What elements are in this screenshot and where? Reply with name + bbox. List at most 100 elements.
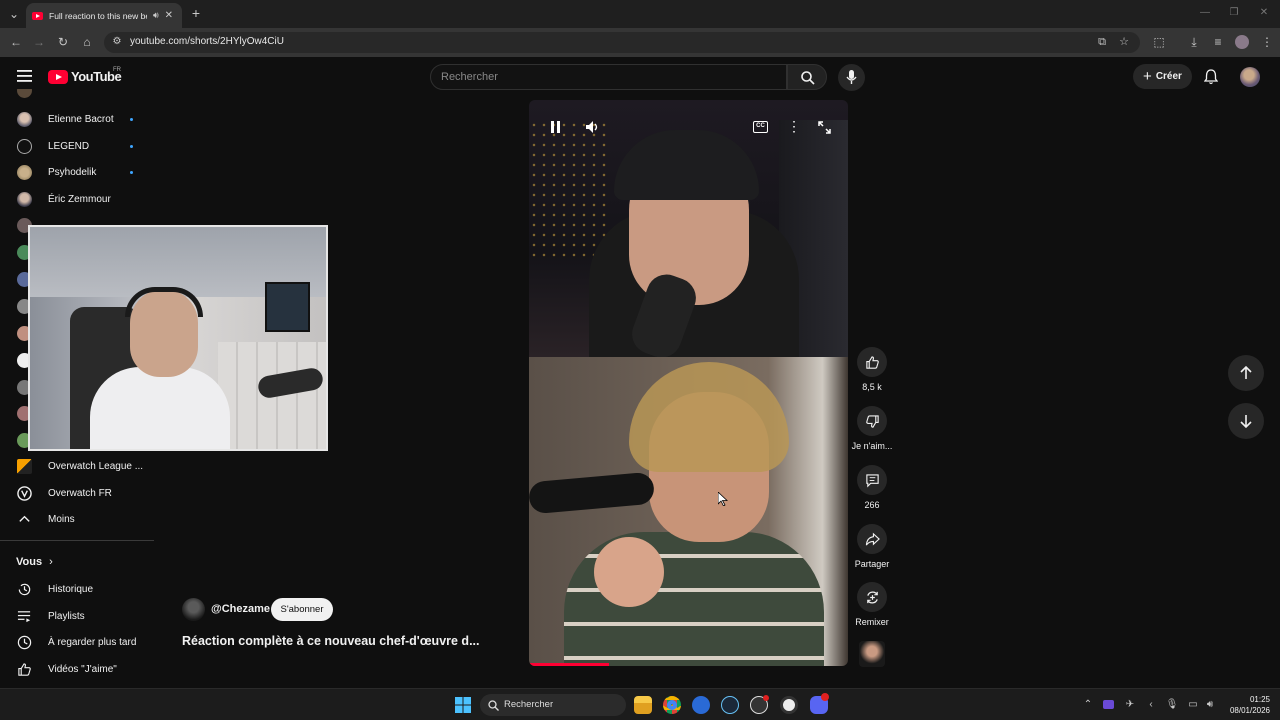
home-icon[interactable]: ⌂ (79, 35, 95, 49)
browser-tab[interactable]: Full reaction to this new be 🔊︎ ✕ (26, 3, 182, 28)
volume-tray-icon[interactable]: 🔊︎ (1202, 698, 1218, 712)
history-icon (18, 583, 31, 595)
sidebar-item-watch-later[interactable]: À regarder plus tard (0, 629, 156, 655)
taskbar-search[interactable]: Rechercher (480, 694, 626, 716)
microphone-icon (846, 70, 857, 84)
sidebar-item-playlists[interactable]: Playlists (0, 603, 156, 629)
vpn-app-icon[interactable] (692, 696, 710, 714)
system-clock[interactable]: 01:25 08/01/2026 (1226, 694, 1270, 716)
youtube-logo[interactable]: YouTube (48, 69, 122, 84)
thumb-down-icon (865, 414, 879, 428)
audio-source-thumbnail[interactable] (859, 641, 885, 667)
volume-icon[interactable] (585, 120, 599, 134)
dislike-button[interactable] (857, 406, 887, 436)
downloads-icon[interactable]: ⤓ (1186, 35, 1202, 49)
channel-name[interactable]: @Chezame (211, 603, 270, 615)
sidebar-item-legend[interactable]: LEGEND (0, 133, 156, 159)
like-action[interactable]: 8,5 k (851, 347, 893, 392)
you-section-header[interactable]: Vous › (16, 556, 53, 568)
minimize-icon[interactable]: — (1197, 6, 1213, 20)
fullscreen-icon[interactable] (818, 121, 831, 134)
channel-avatar[interactable] (182, 598, 205, 621)
window-close-icon[interactable]: ✕ (1256, 6, 1272, 20)
search-input[interactable]: Rechercher (430, 64, 787, 90)
network-icon[interactable]: ▭ (1185, 698, 1201, 712)
reload-icon[interactable]: ↻ (55, 35, 71, 49)
arrow-down-icon (1240, 415, 1252, 428)
like-button[interactable] (857, 347, 887, 377)
sidebar-item-label: Overwatch League ... (48, 460, 144, 472)
sidebar-item-overwatch-league[interactable]: Overwatch League ... (0, 453, 156, 479)
remix-action[interactable]: Remixer (851, 582, 893, 627)
account-avatar[interactable] (1240, 67, 1260, 87)
comment-count: 266 (864, 500, 880, 510)
you-label: Vous (16, 556, 43, 568)
sidebar-show-less[interactable]: Moins (0, 506, 156, 532)
tray-app-icon[interactable] (1103, 700, 1114, 709)
sidebar-item-psyhodelik[interactable]: Psyhodelik (0, 159, 156, 185)
next-short-button[interactable] (1228, 403, 1264, 439)
tray-app-icon[interactable]: ‹ (1143, 698, 1159, 712)
video-progress-bar[interactable] (529, 663, 609, 666)
chrome-icon[interactable] (663, 696, 681, 714)
windows-start-icon[interactable] (455, 697, 471, 713)
address-bar[interactable]: ⚙ youtube.com/shorts/2HYlyOw4CiU ⧉ ☆ (104, 32, 1140, 53)
short-video-player[interactable]: CC ⋮ (529, 100, 848, 666)
captions-icon[interactable]: CC (753, 121, 768, 133)
pause-icon[interactable] (550, 121, 561, 133)
steam-icon[interactable] (721, 696, 739, 714)
extensions-icon[interactable]: ⬚ (1151, 35, 1167, 49)
remix-button[interactable] (857, 582, 887, 612)
back-icon[interactable]: ← (8, 35, 24, 49)
sidebar-item-history[interactable]: Historique (0, 576, 156, 602)
voice-search-button[interactable] (838, 64, 865, 91)
search-icon (801, 71, 815, 85)
taskbar-search-label: Rechercher (504, 699, 554, 710)
hamburger-menu-icon[interactable] (17, 70, 32, 82)
sidebar-item-etienne-bacrot[interactable]: Etienne Bacrot (0, 106, 156, 132)
tab-close-icon[interactable]: ✕ (165, 10, 173, 21)
forward-icon[interactable]: → (31, 35, 47, 49)
share-button[interactable] (857, 524, 887, 554)
profile-avatar[interactable] (1235, 35, 1249, 49)
dislike-action[interactable]: Je n'aim... (851, 406, 893, 451)
restore-icon[interactable]: ❐ (1226, 6, 1242, 20)
channel-avatar (17, 191, 32, 207)
share-action[interactable]: Partager (851, 524, 893, 569)
bookmark-star-icon[interactable]: ☆ (1116, 35, 1132, 49)
browser-menu-icon[interactable]: ⋮ (1259, 35, 1275, 49)
tab-list-icon[interactable]: ⌄ (6, 7, 22, 21)
notifications-bell-icon[interactable] (1204, 69, 1218, 85)
search-button[interactable] (787, 64, 827, 90)
new-content-dot (130, 117, 133, 121)
video-guest-microphone (529, 471, 656, 515)
create-button[interactable]: + Créer (1133, 64, 1192, 89)
tray-app-icon[interactable]: ✈ (1122, 698, 1138, 712)
sidebar-item-eric-zemmour[interactable]: Éric Zemmour (0, 186, 156, 212)
file-explorer-icon[interactable] (634, 696, 652, 714)
more-options-icon[interactable]: ⋮ (787, 118, 801, 135)
microphone-tray-icon[interactable]: 🎙︎ (1164, 698, 1180, 712)
new-tab-icon[interactable]: + (188, 6, 204, 20)
sidebar-item-liked-videos[interactable]: Vidéos "J'aime" (0, 656, 156, 682)
watch-later-icon (17, 635, 32, 649)
comments-button[interactable] (857, 465, 887, 495)
subscribe-button[interactable]: S'abonner (271, 598, 333, 621)
youtube-header: YouTube FR Rechercher + Créer (0, 57, 1280, 97)
site-info-icon[interactable]: ⚙ (109, 35, 125, 49)
mouse-cursor-icon (718, 492, 728, 506)
comments-action[interactable]: 266 (851, 465, 893, 510)
previous-short-button[interactable] (1228, 355, 1264, 391)
channel-avatar (17, 164, 32, 180)
facecam-overlay (28, 225, 328, 451)
sidebar-item-partial[interactable] (0, 89, 156, 103)
sidebar-item-overwatch-fr[interactable]: Overwatch FR (0, 480, 156, 506)
install-app-icon[interactable]: ⧉ (1094, 35, 1110, 49)
short-title[interactable]: Réaction complète à ce nouveau chef-d'œu… (182, 634, 480, 648)
media-controls-icon[interactable]: ≡ (1210, 35, 1226, 49)
speaker-icon[interactable]: 🔊︎ (153, 10, 159, 21)
sidebar-item-label: Éric Zemmour (48, 193, 111, 205)
video-guest-hair (629, 362, 789, 472)
overwatch-icon[interactable] (780, 696, 798, 714)
tray-overflow-icon[interactable]: ⌃ (1080, 698, 1096, 712)
